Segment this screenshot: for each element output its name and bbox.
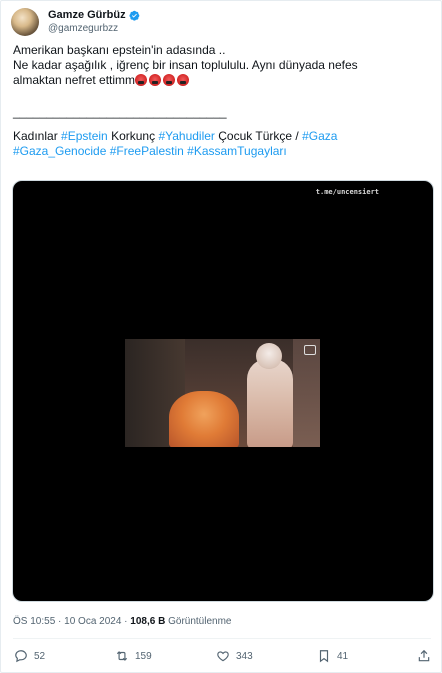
- display-name[interactable]: Gamze Gürbüz: [48, 9, 126, 22]
- share-icon: [418, 649, 430, 662]
- repost-icon: [116, 651, 128, 661]
- like-button[interactable]: 343: [216, 649, 253, 663]
- reply-count: 52: [34, 650, 46, 662]
- word-korkunc: Korkunç: [107, 129, 159, 143]
- video-frame[interactable]: [125, 339, 320, 447]
- action-bar: 52 159 343 41: [1, 649, 442, 669]
- tweet-header: Gamze Gürbüz @gamzegurbzz: [11, 7, 140, 37]
- word-cocuk-turkce: Çocuk Türkçe /: [214, 129, 303, 143]
- avatar[interactable]: [11, 8, 39, 36]
- tweet-card: Gamze Gürbüz @gamzegurbzz Amerikan başka…: [0, 0, 442, 673]
- word-kadinlar: Kadınlar: [13, 129, 62, 143]
- timestamp[interactable]: ÖS 10:55 · 10 Oca 2024 ·: [13, 616, 130, 627]
- reply-button[interactable]: 52: [14, 649, 45, 663]
- share-button[interactable]: [417, 649, 437, 663]
- tweet-line-2: Ne kadar aşağılık , iğrenç bir insan top…: [13, 58, 358, 72]
- tv-channel-icon: [304, 345, 316, 355]
- divider: [13, 638, 431, 639]
- reply-icon: [15, 650, 27, 663]
- heart-icon: [217, 651, 229, 662]
- angry-face-icon: [177, 74, 190, 86]
- tweet-text: Amerikan başkanı epstein'in adasında .. …: [13, 43, 433, 159]
- views-count: 108,6 B: [130, 616, 166, 627]
- angry-face-icon: [163, 74, 176, 86]
- repost-button[interactable]: 159: [115, 649, 152, 663]
- views-label: Görüntülenme: [165, 616, 232, 627]
- hashtag-yahudiler[interactable]: #Yahudiler: [158, 129, 214, 143]
- tweet-line-3: almaktan nefret ettimm: [13, 73, 433, 88]
- hashtags-line-1: Kadınlar #Epstein Korkunç #Yahudiler Çoc…: [13, 129, 433, 144]
- like-count: 343: [236, 650, 253, 662]
- display-name-row: Gamze Gürbüz: [48, 9, 140, 22]
- hashtag-kassamtugaylari[interactable]: #KassamTugayları: [187, 144, 287, 158]
- video-player[interactable]: t.me/uncensiert: [12, 180, 434, 602]
- tweet-line-1: Amerikan başkanı epstein'in adasında ..: [13, 43, 226, 57]
- angry-face-icon: [135, 74, 148, 86]
- author-names: Gamze Gürbüz @gamzegurbzz: [48, 9, 140, 35]
- bookmark-count: 41: [337, 650, 349, 662]
- hashtag-freepalestin[interactable]: #FreePalestin: [110, 144, 184, 158]
- tweet-meta: ÖS 10:55 · 10 Oca 2024 · 108,6 B Görüntü…: [13, 616, 231, 627]
- hashtag-gaza-genocide[interactable]: #Gaza_Genocide: [13, 144, 106, 158]
- hashtag-gaza[interactable]: #Gaza: [302, 129, 337, 143]
- verified-badge-icon: [129, 10, 139, 21]
- angry-face-icon: [149, 74, 162, 86]
- hashtags-line-2: #Gaza_Genocide #FreePalestin #KassamTuga…: [13, 144, 433, 159]
- hashtag-epstein[interactable]: #Epstein: [61, 129, 108, 143]
- author-handle[interactable]: @gamzegurbzz: [48, 22, 140, 35]
- tweet-line-3-text: almaktan nefret ettimm: [13, 73, 136, 87]
- video-watermark: t.me/uncensiert: [315, 188, 379, 196]
- bookmark-button[interactable]: 41: [317, 649, 348, 663]
- repost-count: 159: [135, 650, 152, 662]
- separator-line: ________________________________: [13, 105, 227, 119]
- bookmark-icon: [319, 650, 329, 663]
